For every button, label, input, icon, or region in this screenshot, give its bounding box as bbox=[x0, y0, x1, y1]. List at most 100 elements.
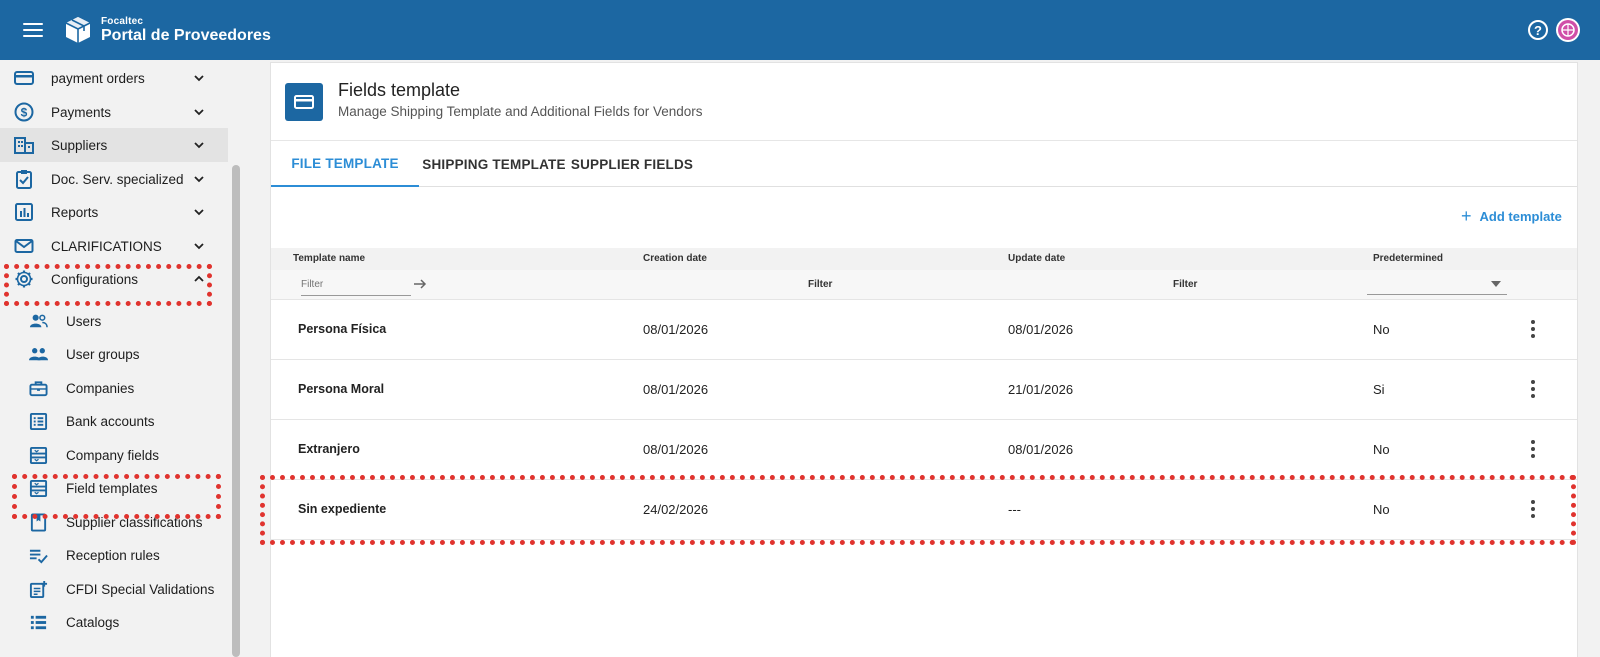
sidebar-item-payment-orders[interactable]: payment orders bbox=[0, 61, 228, 95]
table-row[interactable]: Persona Física 08/01/2026 08/01/2026 No bbox=[271, 300, 1577, 360]
table-row[interactable]: Extranjero 08/01/2026 08/01/2026 No bbox=[271, 420, 1577, 480]
catalog-list-icon bbox=[30, 615, 47, 630]
table-header: Template name Creation date Update date … bbox=[271, 248, 1577, 270]
menu-icon[interactable] bbox=[23, 23, 43, 37]
sidebar-subitem-user-groups[interactable]: User groups bbox=[0, 337, 228, 371]
tab-bar: FILE TEMPLATE SHIPPING TEMPLATE SUPPLIER… bbox=[271, 141, 1577, 187]
card-icon bbox=[14, 71, 34, 85]
column-header-template-name[interactable]: Template name bbox=[293, 253, 365, 264]
checklist-icon bbox=[29, 549, 48, 564]
chevron-up-icon bbox=[194, 275, 204, 282]
sidebar-subitem-users[interactable]: Users bbox=[0, 304, 228, 338]
tab-file-template[interactable]: FILE TEMPLATE bbox=[271, 141, 419, 187]
sidebar-item-label: payment orders bbox=[51, 70, 145, 86]
more-vert-icon[interactable] bbox=[1523, 439, 1543, 459]
sidebar-item-doc-serv[interactable]: Doc. Serv. specialized bbox=[0, 162, 228, 196]
brand-logo[interactable]: Focaltec Portal de Proveedores bbox=[63, 15, 271, 45]
add-template-button[interactable]: + Add template bbox=[1461, 207, 1562, 225]
page-header: Fields template Manage Shipping Template… bbox=[271, 63, 1577, 141]
briefcase-icon bbox=[29, 381, 48, 397]
bar-chart-icon bbox=[15, 203, 33, 221]
fields-template-card: Fields template Manage Shipping Template… bbox=[270, 62, 1578, 657]
creation-date-cell: 08/01/2026 bbox=[643, 322, 709, 337]
sidebar-subitem-catalogs[interactable]: Catalogs bbox=[0, 605, 228, 639]
svg-text:$: $ bbox=[21, 106, 28, 120]
table-row[interactable]: Sin expediente 24/02/2026 --- No bbox=[271, 480, 1577, 540]
bookmark-icon bbox=[30, 513, 47, 532]
sidebar-item-suppliers[interactable]: Suppliers bbox=[0, 128, 228, 162]
sidebar-subitem-cfdi-validations[interactable]: CFDI Special Validations bbox=[0, 572, 228, 606]
sidebar-subitem-reception-rules[interactable]: Reception rules bbox=[0, 538, 228, 572]
creation-date-cell: 08/01/2026 bbox=[643, 442, 709, 457]
sidebar-subitem-label: Users bbox=[66, 313, 102, 329]
update-date-cell: 21/01/2026 bbox=[1008, 382, 1074, 397]
sidebar-item-label: Doc. Serv. specialized bbox=[51, 171, 184, 187]
sidebar-item-reports[interactable]: Reports bbox=[0, 195, 228, 229]
sidebar-item-payments[interactable]: $ Payments bbox=[0, 95, 228, 129]
fields-icon bbox=[29, 446, 48, 465]
update-date-cell: 08/01/2026 bbox=[1008, 442, 1074, 457]
more-vert-icon[interactable] bbox=[1523, 379, 1543, 399]
column-header-update-date[interactable]: Update date bbox=[1008, 253, 1065, 264]
chevron-down-icon bbox=[194, 109, 204, 116]
sidebar-subitem-company-fields[interactable]: Company fields bbox=[0, 438, 228, 472]
update-date-filter[interactable]: Filter bbox=[1173, 279, 1197, 290]
template-name-cell: Extranjero bbox=[298, 442, 360, 456]
list-box-icon bbox=[29, 412, 48, 431]
caret-down-icon bbox=[1491, 281, 1501, 287]
sidebar-subitem-label: User groups bbox=[66, 346, 140, 362]
sidebar-subitem-label: Catalogs bbox=[66, 614, 120, 630]
template-name-filter-input[interactable] bbox=[301, 274, 411, 296]
building-icon bbox=[14, 137, 34, 154]
box-logo-icon bbox=[65, 17, 91, 43]
sidebar-subitem-supplier-classifications[interactable]: Supplier classifications bbox=[0, 505, 228, 539]
filter-row: Filter Filter bbox=[271, 270, 1577, 300]
help-icon[interactable]: ? bbox=[1528, 20, 1548, 40]
fields-icon bbox=[29, 479, 48, 498]
sidebar-subitem-companies[interactable]: Companies bbox=[0, 371, 228, 405]
sidebar-item-configurations[interactable]: Configurations bbox=[0, 262, 228, 296]
users-icon bbox=[29, 314, 48, 328]
table-row[interactable]: Persona Moral 08/01/2026 21/01/2026 Si bbox=[271, 360, 1577, 420]
predetermined-cell: No bbox=[1373, 442, 1390, 457]
sidebar-subitem-label: Company fields bbox=[66, 447, 160, 463]
creation-date-filter[interactable]: Filter bbox=[808, 279, 832, 290]
sidebar-subitem-label: Supplier classifications bbox=[66, 514, 203, 530]
tab-shipping-template[interactable]: SHIPPING TEMPLATE bbox=[419, 141, 569, 187]
sidebar-subitem-label: Field templates bbox=[66, 480, 158, 496]
sidebar: payment orders $ Payments Suppliers Doc.… bbox=[0, 60, 228, 657]
arrow-right-icon[interactable] bbox=[413, 277, 427, 291]
brand-small: Focaltec bbox=[101, 15, 144, 27]
predetermined-cell: Si bbox=[1373, 382, 1385, 397]
avatar[interactable] bbox=[1556, 18, 1580, 42]
tab-supplier-fields[interactable]: SUPPLIER FIELDS bbox=[569, 141, 695, 187]
more-vert-icon[interactable] bbox=[1523, 499, 1543, 519]
sidebar-item-clarifications[interactable]: CLARIFICATIONS bbox=[0, 229, 228, 263]
page-subtitle: Manage Shipping Template and Additional … bbox=[338, 104, 703, 119]
column-header-creation-date[interactable]: Creation date bbox=[643, 253, 707, 264]
card-icon bbox=[285, 83, 323, 121]
dollar-circle-icon: $ bbox=[14, 102, 34, 122]
sidebar-item-label: Configurations bbox=[51, 271, 139, 287]
creation-date-cell: 24/02/2026 bbox=[643, 502, 709, 517]
sidebar-subitem-field-templates[interactable]: Field templates bbox=[0, 471, 228, 505]
sidebar-item-label: Payments bbox=[51, 104, 112, 120]
sidebar-subitem-label: Reception rules bbox=[66, 547, 160, 563]
more-vert-icon[interactable] bbox=[1523, 319, 1543, 339]
column-header-predetermined[interactable]: Predetermined bbox=[1373, 253, 1443, 264]
chevron-down-icon bbox=[194, 142, 204, 149]
add-template-label: Add template bbox=[1479, 208, 1562, 224]
predetermined-filter-select[interactable] bbox=[1367, 273, 1507, 295]
sidebar-subitem-label: Companies bbox=[66, 380, 135, 396]
sidebar-scrollbar-thumb[interactable] bbox=[232, 165, 240, 657]
predetermined-cell: No bbox=[1373, 322, 1390, 337]
plus-icon: + bbox=[1461, 206, 1472, 226]
chevron-down-icon bbox=[194, 243, 204, 250]
clipboard-check-icon bbox=[16, 170, 32, 189]
sidebar-subitem-label: Bank accounts bbox=[66, 413, 155, 429]
doc-plus-icon bbox=[29, 580, 48, 599]
chevron-down-icon bbox=[194, 176, 204, 183]
update-date-cell: 08/01/2026 bbox=[1008, 322, 1074, 337]
sidebar-subitem-bank-accounts[interactable]: Bank accounts bbox=[0, 404, 228, 438]
chevron-down-icon bbox=[194, 209, 204, 216]
